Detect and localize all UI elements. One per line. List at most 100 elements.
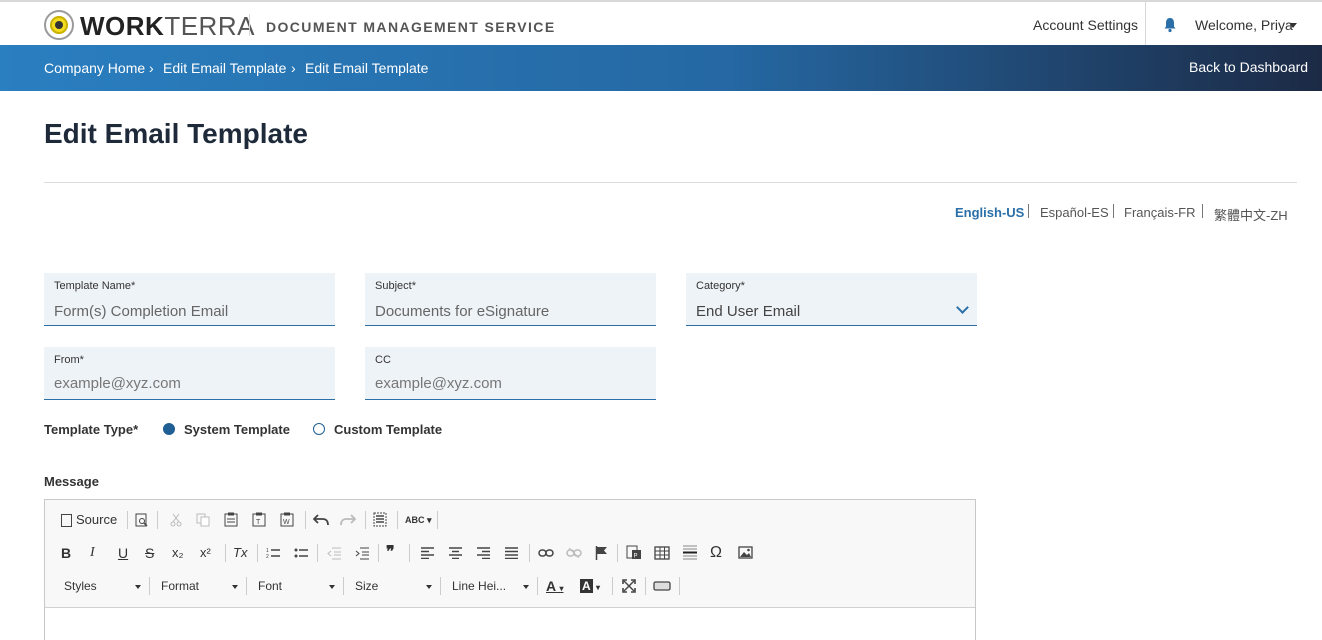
- toolbar-separator: [225, 544, 226, 562]
- font-dropdown[interactable]: Font: [255, 576, 339, 596]
- paste-text-icon[interactable]: T: [252, 512, 266, 527]
- styles-label: Styles: [64, 579, 97, 593]
- template-name-label: Template Name*: [54, 280, 136, 292]
- from-label: From*: [54, 354, 84, 366]
- align-center-icon[interactable]: [449, 547, 462, 559]
- toolbar-separator: [157, 511, 158, 529]
- subscript-button[interactable]: x₂: [172, 543, 184, 563]
- lang-divider: [1202, 204, 1203, 218]
- breadcrumb-current: Edit Email Template: [305, 60, 429, 76]
- spellcheck-button[interactable]: ABC ▾: [405, 510, 432, 530]
- align-justify-icon[interactable]: [505, 547, 518, 559]
- align-right-icon[interactable]: [477, 547, 490, 559]
- service-name: DOCUMENT MANAGEMENT SERVICE: [266, 19, 556, 35]
- account-settings-link[interactable]: Account Settings: [1033, 17, 1138, 33]
- lang-chinese[interactable]: 繁體中文-ZH: [1214, 205, 1288, 224]
- rich-text-editor[interactable]: Source T W ABC ▾ B I U S x₂ x² Tx 12 ❞ P…: [44, 499, 976, 640]
- brand-name[interactable]: WORKTERRA: [80, 12, 255, 40]
- page-title: Edit Email Template: [44, 118, 308, 149]
- radio-custom-template[interactable]: [313, 423, 325, 435]
- toolbar-separator: [257, 544, 258, 562]
- toolbar-separator: [529, 544, 530, 562]
- bulleted-list-icon[interactable]: [294, 546, 308, 560]
- align-left-icon[interactable]: [421, 547, 434, 559]
- italic-button[interactable]: I: [90, 543, 95, 563]
- preview-icon[interactable]: [135, 513, 149, 527]
- editor-content-area[interactable]: [45, 609, 975, 640]
- decrease-indent-icon[interactable]: [327, 546, 341, 560]
- source-button[interactable]: Source: [61, 510, 117, 530]
- horizontal-line-icon[interactable]: [683, 545, 697, 560]
- breadcrumb-edit-email-template[interactable]: Edit Email Template: [163, 60, 286, 76]
- styles-dropdown[interactable]: Styles: [61, 576, 145, 596]
- unlink-icon[interactable]: [566, 548, 582, 558]
- font-label: Font: [258, 579, 283, 593]
- lang-french[interactable]: Français-FR: [1124, 205, 1196, 220]
- line-height-dropdown[interactable]: Line Hei...: [449, 576, 533, 596]
- brand-light: TERRA: [164, 11, 255, 41]
- increase-indent-icon[interactable]: [355, 546, 369, 560]
- category-select[interactable]: Category* End User Email: [686, 273, 977, 326]
- template-name-value[interactable]: Form(s) Completion Email: [54, 303, 228, 320]
- table-icon[interactable]: [654, 546, 670, 560]
- image-icon[interactable]: [738, 546, 753, 559]
- insert-field-icon[interactable]: P: [626, 545, 642, 560]
- caret-down-icon[interactable]: [1289, 23, 1297, 28]
- subject-field[interactable]: Subject* Documents for eSignature: [365, 273, 656, 326]
- toolbar-separator: [437, 511, 438, 529]
- cc-field[interactable]: CC: [365, 347, 656, 400]
- background-color-icon: A: [580, 579, 593, 593]
- caret-down-icon: ▾: [559, 584, 564, 593]
- logo-dot: [55, 21, 63, 29]
- anchor-flag-icon[interactable]: [595, 546, 608, 560]
- chevron-down-icon[interactable]: [956, 301, 969, 314]
- lang-english[interactable]: English-US: [955, 205, 1024, 220]
- show-blocks-icon[interactable]: [653, 581, 671, 591]
- user-menu[interactable]: Welcome, Priya: [1195, 17, 1293, 33]
- blockquote-button[interactable]: ❞: [386, 543, 395, 563]
- category-value[interactable]: End User Email: [696, 303, 800, 320]
- numbered-list-icon[interactable]: 12: [266, 546, 280, 560]
- size-dropdown[interactable]: Size: [352, 576, 436, 596]
- special-char-omega-icon[interactable]: Ω: [710, 543, 722, 563]
- font-color-button[interactable]: A ▾: [546, 576, 564, 596]
- superscript-button[interactable]: x²: [200, 543, 211, 563]
- link-icon[interactable]: [538, 548, 554, 558]
- font-color-icon: A: [546, 578, 556, 594]
- template-name-field[interactable]: Template Name* Form(s) Completion Email: [44, 273, 335, 326]
- strikethrough-button[interactable]: S: [145, 543, 154, 563]
- radio-system-template[interactable]: [163, 423, 175, 435]
- toolbar-separator: [537, 577, 538, 595]
- line-height-label: Line Hei...: [452, 579, 507, 593]
- toolbar-separator: [305, 511, 306, 529]
- background-color-button[interactable]: A ▾: [580, 576, 600, 596]
- breadcrumb-company-home[interactable]: Company Home: [44, 60, 145, 76]
- format-dropdown[interactable]: Format: [158, 576, 242, 596]
- paste-word-icon[interactable]: W: [280, 512, 294, 527]
- lang-divider: [1113, 204, 1114, 218]
- bell-icon[interactable]: [1162, 17, 1178, 33]
- back-to-dashboard-link[interactable]: Back to Dashboard: [1189, 59, 1308, 75]
- lang-spanish[interactable]: Español-ES: [1040, 205, 1109, 220]
- from-input[interactable]: [54, 375, 324, 392]
- bold-button[interactable]: B: [61, 543, 71, 563]
- header-divider-2: [1145, 2, 1146, 45]
- cc-input[interactable]: [375, 375, 645, 392]
- undo-icon[interactable]: [313, 513, 329, 527]
- subject-value[interactable]: Documents for eSignature: [375, 303, 549, 320]
- breadcrumb-chevron-icon: ›: [291, 60, 296, 76]
- paste-icon[interactable]: [224, 512, 238, 527]
- copy-icon[interactable]: [196, 513, 210, 527]
- svg-text:P: P: [634, 554, 638, 560]
- system-template-label[interactable]: System Template: [184, 422, 290, 437]
- from-field[interactable]: From*: [44, 347, 335, 400]
- redo-icon[interactable]: [340, 513, 356, 527]
- remove-format-button[interactable]: Tx: [233, 543, 247, 563]
- title-divider: [44, 182, 1297, 183]
- maximize-icon[interactable]: [622, 579, 636, 593]
- custom-template-label[interactable]: Custom Template: [334, 422, 442, 437]
- cut-icon[interactable]: [169, 513, 183, 527]
- select-all-icon[interactable]: [373, 512, 387, 527]
- workterra-logo-icon[interactable]: [44, 10, 74, 40]
- underline-button[interactable]: U: [118, 543, 128, 563]
